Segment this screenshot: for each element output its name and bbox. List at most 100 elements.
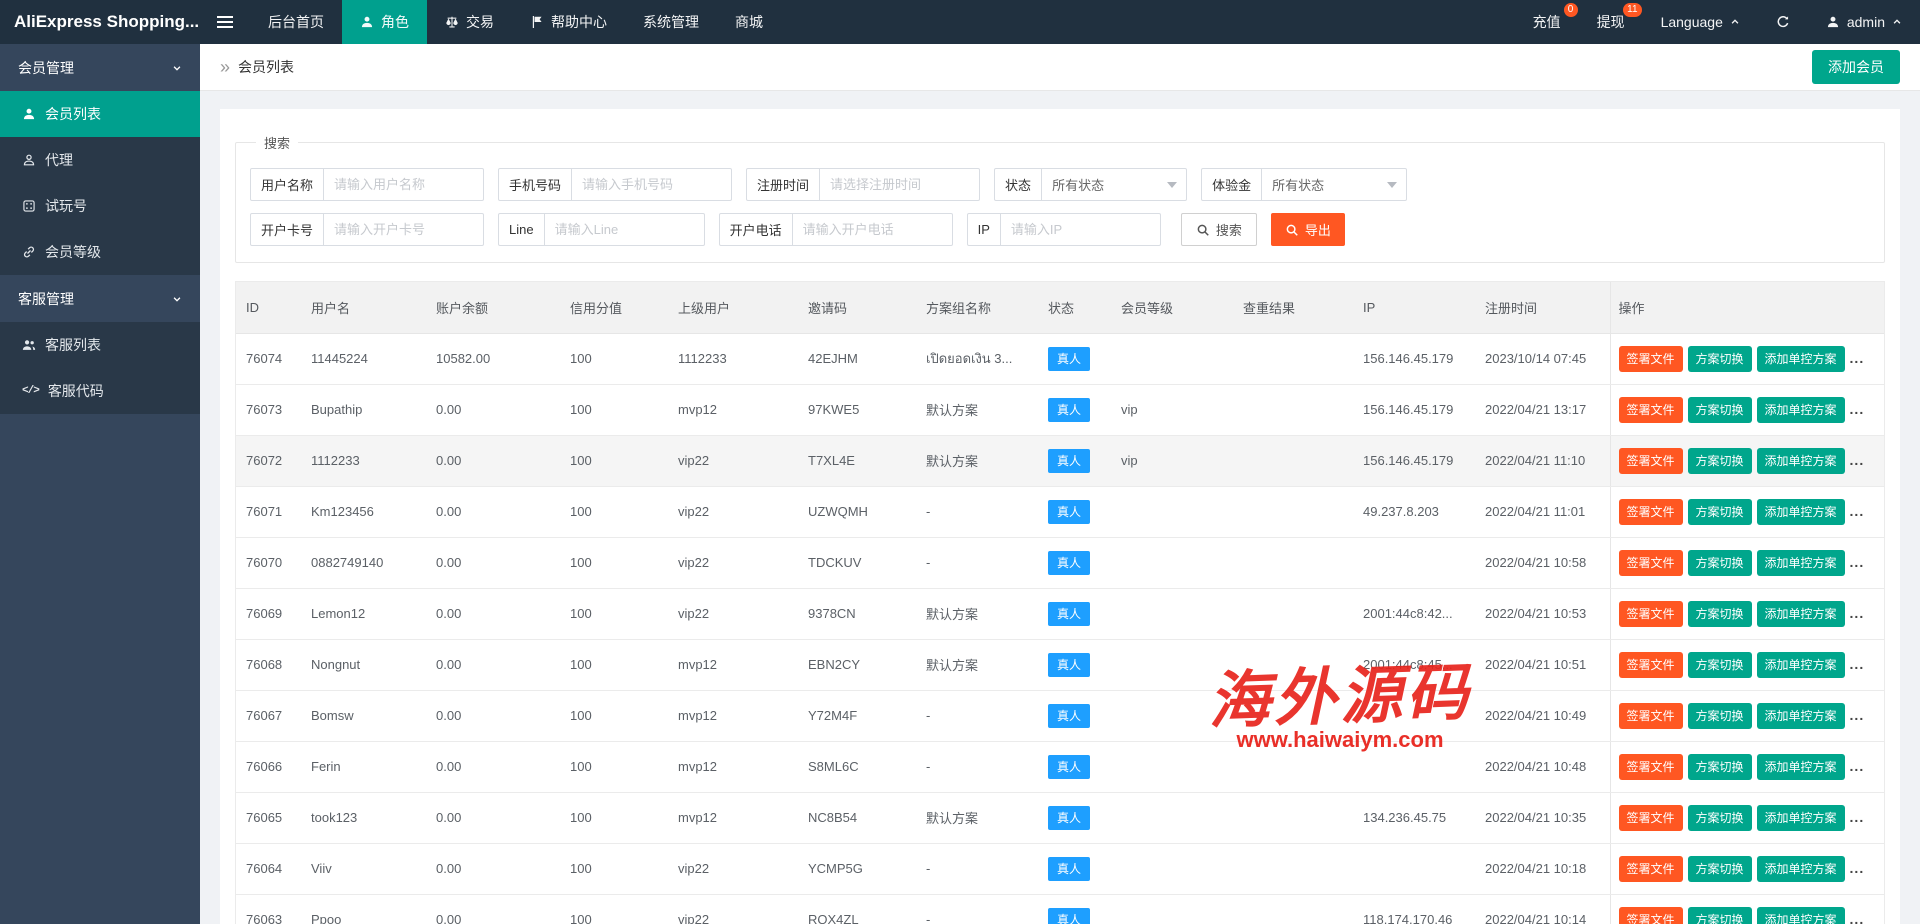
add-single-control-button[interactable]: 添加单控方案 — [1757, 448, 1845, 474]
plan-switch-button[interactable]: 方案切换 — [1688, 754, 1752, 780]
more-actions-button[interactable]: ... — [1850, 605, 1865, 621]
table-row[interactable]: 760741144522410582.00100111223342EJHMเปิ… — [236, 333, 1885, 384]
table-row[interactable]: 76064Viiv0.00100vip22YCMP5G-真人2022/04/21… — [236, 843, 1885, 894]
nav-item-trade[interactable]: 交易 — [427, 0, 512, 44]
sign-file-button[interactable]: 签署文件 — [1619, 907, 1683, 924]
plan-switch-button[interactable]: 方案切换 — [1688, 652, 1752, 678]
search-button[interactable]: 搜索 — [1181, 213, 1257, 246]
more-actions-button[interactable]: ... — [1850, 350, 1865, 366]
column-header: 方案组名称 — [916, 282, 1038, 333]
plan-switch-button[interactable]: 方案切换 — [1688, 703, 1752, 729]
sign-file-button[interactable]: 签署文件 — [1619, 499, 1683, 525]
plan-switch-button[interactable]: 方案切换 — [1688, 550, 1752, 576]
plan-switch-button[interactable]: 方案切换 — [1688, 499, 1752, 525]
add-single-control-button[interactable]: 添加单控方案 — [1757, 346, 1845, 372]
cell-status: 真人 — [1038, 741, 1111, 792]
refresh-button[interactable] — [1758, 0, 1808, 44]
ip-input[interactable] — [1001, 213, 1161, 246]
sidebar-item-member-list[interactable]: 会员列表 — [0, 91, 200, 137]
cell-ip: 49.237.8.203 — [1353, 486, 1475, 537]
table-row[interactable]: 76067Bomsw0.00100mvp12Y72M4F-真人2022/04/2… — [236, 690, 1885, 741]
add-single-control-button[interactable]: 添加单控方案 — [1757, 601, 1845, 627]
add-single-control-button[interactable]: 添加单控方案 — [1757, 754, 1845, 780]
nav-item-dashboard[interactable]: 后台首页 — [250, 0, 342, 44]
add-single-control-button[interactable]: 添加单控方案 — [1757, 703, 1845, 729]
add-single-control-button[interactable]: 添加单控方案 — [1757, 397, 1845, 423]
more-actions-button[interactable]: ... — [1850, 809, 1865, 825]
card-number-input[interactable] — [324, 213, 484, 246]
add-single-control-button[interactable]: 添加单控方案 — [1757, 550, 1845, 576]
nav-item-help-center[interactable]: 帮助中心 — [512, 0, 625, 44]
plan-switch-button[interactable]: 方案切换 — [1688, 805, 1752, 831]
plan-switch-button[interactable]: 方案切换 — [1688, 448, 1752, 474]
sidebar-item-demo-account[interactable]: 试玩号 — [0, 183, 200, 229]
sign-file-button[interactable]: 签署文件 — [1619, 703, 1683, 729]
export-button[interactable]: 导出 — [1271, 213, 1345, 246]
sidebar-toggle[interactable] — [200, 0, 250, 44]
table-row[interactable]: 76066Ferin0.00100mvp12S8ML6C-真人2022/04/2… — [236, 741, 1885, 792]
table-row[interactable]: 76071Km1234560.00100vip22UZWQMH-真人49.237… — [236, 486, 1885, 537]
sign-file-button[interactable]: 签署文件 — [1619, 550, 1683, 576]
line-input[interactable] — [545, 213, 705, 246]
table-row[interactable]: 7607211122330.00100vip22T7XL4E默认方案真人vip1… — [236, 435, 1885, 486]
sidebar-item-member-level[interactable]: 会员等级 — [0, 229, 200, 275]
table-row[interactable]: 76069Lemon120.00100vip229378CN默认方案真人2001… — [236, 588, 1885, 639]
more-actions-button[interactable]: ... — [1850, 860, 1865, 876]
nav-item-system[interactable]: 系统管理 — [625, 0, 717, 44]
table-row[interactable]: 76063Ppoo0.00100vip22RQX4ZL-真人118.174.17… — [236, 894, 1885, 924]
sign-file-button[interactable]: 签署文件 — [1619, 601, 1683, 627]
more-actions-button[interactable]: ... — [1850, 707, 1865, 723]
sidebar-item-support-code[interactable]: </> 客服代码 — [0, 368, 200, 414]
add-member-button[interactable]: 添加会员 — [1812, 50, 1900, 84]
more-actions-button[interactable]: ... — [1850, 452, 1865, 468]
cell-actions: 签署文件方案切换添加单控方案... — [1610, 486, 1885, 537]
reg-time-input[interactable] — [820, 168, 980, 201]
more-actions-button[interactable]: ... — [1850, 401, 1865, 417]
sidebar-group-support-management[interactable]: 客服管理 — [0, 275, 200, 322]
plan-switch-button[interactable]: 方案切换 — [1688, 856, 1752, 882]
more-actions-button[interactable]: ... — [1850, 656, 1865, 672]
add-single-control-button[interactable]: 添加单控方案 — [1757, 652, 1845, 678]
cell-plan-group: - — [916, 537, 1038, 588]
cell-credit: 100 — [560, 486, 668, 537]
sign-file-button[interactable]: 签署文件 — [1619, 397, 1683, 423]
sign-file-button[interactable]: 签署文件 — [1619, 652, 1683, 678]
nav-item-mall[interactable]: 商城 — [717, 0, 781, 44]
sidebar-group-member-management[interactable]: 会员管理 — [0, 44, 200, 91]
plan-switch-button[interactable]: 方案切换 — [1688, 397, 1752, 423]
plan-switch-button[interactable]: 方案切换 — [1688, 601, 1752, 627]
add-single-control-button[interactable]: 添加单控方案 — [1757, 805, 1845, 831]
add-single-control-button[interactable]: 添加单控方案 — [1757, 907, 1845, 924]
sign-file-button[interactable]: 签署文件 — [1619, 805, 1683, 831]
phone-input[interactable] — [572, 168, 732, 201]
user-menu[interactable]: admin — [1808, 0, 1920, 44]
recharge-button[interactable]: 充值 0 — [1515, 0, 1579, 44]
add-single-control-button[interactable]: 添加单控方案 — [1757, 499, 1845, 525]
plan-switch-button[interactable]: 方案切换 — [1688, 346, 1752, 372]
sign-file-button[interactable]: 签署文件 — [1619, 448, 1683, 474]
cell-dup-check — [1233, 333, 1353, 384]
add-single-control-button[interactable]: 添加单控方案 — [1757, 856, 1845, 882]
more-actions-button[interactable]: ... — [1850, 554, 1865, 570]
status-select[interactable]: 所有状态 — [1042, 168, 1187, 201]
table-row[interactable]: 76073Bupathip0.00100mvp1297KWE5默认方案真人vip… — [236, 384, 1885, 435]
account-phone-input[interactable] — [793, 213, 953, 246]
table-row[interactable]: 76068Nongnut0.00100mvp12EBN2CY默认方案真人2001… — [236, 639, 1885, 690]
trial-fund-select[interactable]: 所有状态 — [1262, 168, 1407, 201]
more-actions-button[interactable]: ... — [1850, 758, 1865, 774]
nav-item-roles[interactable]: 角色 — [342, 0, 427, 44]
sidebar-item-support-list[interactable]: 客服列表 — [0, 322, 200, 368]
sign-file-button[interactable]: 签署文件 — [1619, 856, 1683, 882]
language-menu[interactable]: Language — [1643, 0, 1758, 44]
search-field-card-number: 开户卡号 — [250, 213, 484, 246]
table-row[interactable]: 76065took1230.00100mvp12NC8B54默认方案真人134.… — [236, 792, 1885, 843]
table-row[interactable]: 7607008827491400.00100vip22TDCKUV-真人2022… — [236, 537, 1885, 588]
withdraw-button[interactable]: 提现 11 — [1579, 0, 1643, 44]
plan-switch-button[interactable]: 方案切换 — [1688, 907, 1752, 924]
username-input[interactable] — [324, 168, 484, 201]
more-actions-button[interactable]: ... — [1850, 503, 1865, 519]
sign-file-button[interactable]: 签署文件 — [1619, 346, 1683, 372]
more-actions-button[interactable]: ... — [1850, 911, 1865, 924]
sidebar-item-agent[interactable]: 代理 — [0, 137, 200, 183]
sign-file-button[interactable]: 签署文件 — [1619, 754, 1683, 780]
